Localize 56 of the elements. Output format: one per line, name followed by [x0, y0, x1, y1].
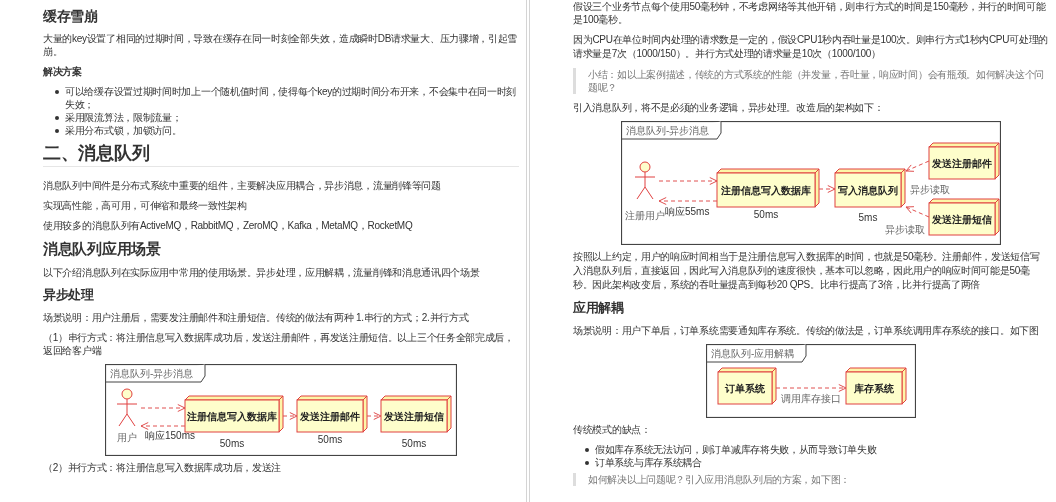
subsection-heading: 解决方案 [43, 65, 83, 78]
timing-label: 50ms [401, 438, 427, 449]
arrow-label: 异步读取 [885, 224, 925, 235]
bullet-icon [585, 461, 589, 465]
timing-label: 50ms [219, 438, 245, 449]
dashed-arrow [818, 185, 836, 193]
dashed-arrow [905, 206, 930, 218]
bullet-icon [55, 90, 59, 94]
blockquote: 如何解决以上问题呢？引入应用消息队列后的方案，如下图： [573, 473, 1049, 486]
bullet-icon [585, 448, 589, 452]
timing-label: 50ms [317, 434, 343, 445]
arrow-label: 异步读取 [910, 184, 950, 195]
actor-label: 用户 [117, 432, 137, 443]
paragraph: 假设三个业务节点每个使用50毫秒钟，不考虑网络等其他开销，则串行方式的时间是150毫秒，并行的时间可能是100毫秒。 [573, 0, 1047, 26]
dashed-arrow [775, 384, 847, 392]
paragraph: 因为CPU在单位时间内处理的请求数是一定的，假设CPU1秒内吞吐量是100次。则串行方式1秒内CPU可处理的请求量是7次（1000/150）。并行方式处理的请求量是10次（1000/100） [573, 33, 1049, 61]
blockquote: 小结：如以上案例描述，传统的方式系统的性能（并发量，吞吐量，响应时间）会有瓶颈。如何解决这个问题呢？ [573, 68, 1049, 94]
paragraph: （2）并行方式：将注册信息写入数据库成功后，发送注 [43, 461, 283, 474]
dashed-arrow [658, 197, 718, 205]
dashed-arrow [658, 177, 718, 185]
dashed-arrow [140, 422, 186, 430]
list-item: 可以给缓存设置过期时间时加上一个随机值时间，使得每个key的过期时间分布开来，不会集中在同一时刻失效； [65, 85, 518, 111]
timing-label: 响应150ms [145, 430, 195, 441]
bullet-icon [55, 129, 59, 133]
timing-label: 5ms [858, 212, 878, 223]
paragraph: 场景说明：用户注册后，需要发注册邮件和注册短信。传统的做法有两种 1.串行的方式；2.并行方式 [43, 311, 470, 324]
dashed-arrow [905, 160, 930, 172]
list-item: 采用限流算法，限制流量； [65, 111, 182, 124]
list-item: 采用分布式锁，加锁访问。 [65, 124, 182, 137]
paragraph: 以下介绍消息队列在实际应用中常用的使用场景。异步处理，应用解耦，流量削锋和消息通讯四个场景 [43, 266, 481, 279]
stick-figure-icon [116, 388, 138, 427]
stick-figure-icon [634, 161, 656, 200]
paragraph: 消息队列中间件是分布式系统中重要的组件，主要解决应用耦合，异步消息，流量削锋等问题 [43, 179, 442, 192]
dashed-arrow [140, 404, 186, 412]
paragraph: 实现高性能，高可用，可伸缩和最终一致性架构 [43, 199, 248, 212]
section-heading: 消息队列应用场景 [43, 239, 162, 259]
list-item: 订单系统与库存系统耦合 [595, 456, 702, 469]
list-item: 假如库存系统无法访问，则订单减库存将失败，从而导致订单失败 [595, 443, 877, 456]
timing-label: 50ms [753, 209, 779, 220]
subsection-heading: 应用解耦 [573, 299, 625, 317]
paragraph: 传统模式的缺点： [573, 423, 652, 436]
paragraph: 大量的key设置了相同的过期时间，导致在缓存在同一时刻全部失效，造成瞬时DB请求量大、压力骤增，引起雪崩。 [43, 32, 519, 58]
dashed-arrow [282, 412, 298, 420]
paragraph: 引入消息队列，将不是必须的业务逻辑，异步处理。改造后的架构如下： [573, 101, 885, 114]
actor-label: 注册用户 [625, 210, 665, 221]
paragraph: 场景说明：用户下单后，订单系统需要通知库存系统。传统的做法是，订单系统调用库存系统的接口。如下图 [573, 324, 1040, 337]
paragraph: 按照以上约定，用户的响应时间相当于是注册信息写入数据库的时间，也就是50毫秒。注册邮件，发送短信写入消息队列后，直接返回，因此写入消息队列的速度很快，基本可以忽略，因此用户的响应时间可能是50毫秒。因此架构改变后，系统的吞吐量提高到每秒20 QPS。比串行提高了3倍，比并行提高了两倍 [573, 250, 1041, 292]
bullet-icon [55, 116, 59, 120]
page-heading: 二、消息队列 [43, 141, 519, 167]
paragraph: （1）串行方式：将注册信息写入数据库成功后，发送注册邮件，再发送注册短信。以上三个任务全部完成后，返回给客户端 [43, 331, 515, 357]
dashed-arrow [366, 412, 382, 420]
paragraph: 使用较多的消息队列有ActiveMQ，RabbitMQ，ZeroMQ，Kafka，MetaMQ，RocketMQ [43, 219, 414, 232]
arrow-label: 调用库存接口 [781, 393, 841, 404]
timing-label: 响应55ms [665, 206, 710, 217]
section-heading: 缓存雪崩 [43, 7, 99, 26]
subsection-heading: 异步处理 [43, 286, 95, 304]
